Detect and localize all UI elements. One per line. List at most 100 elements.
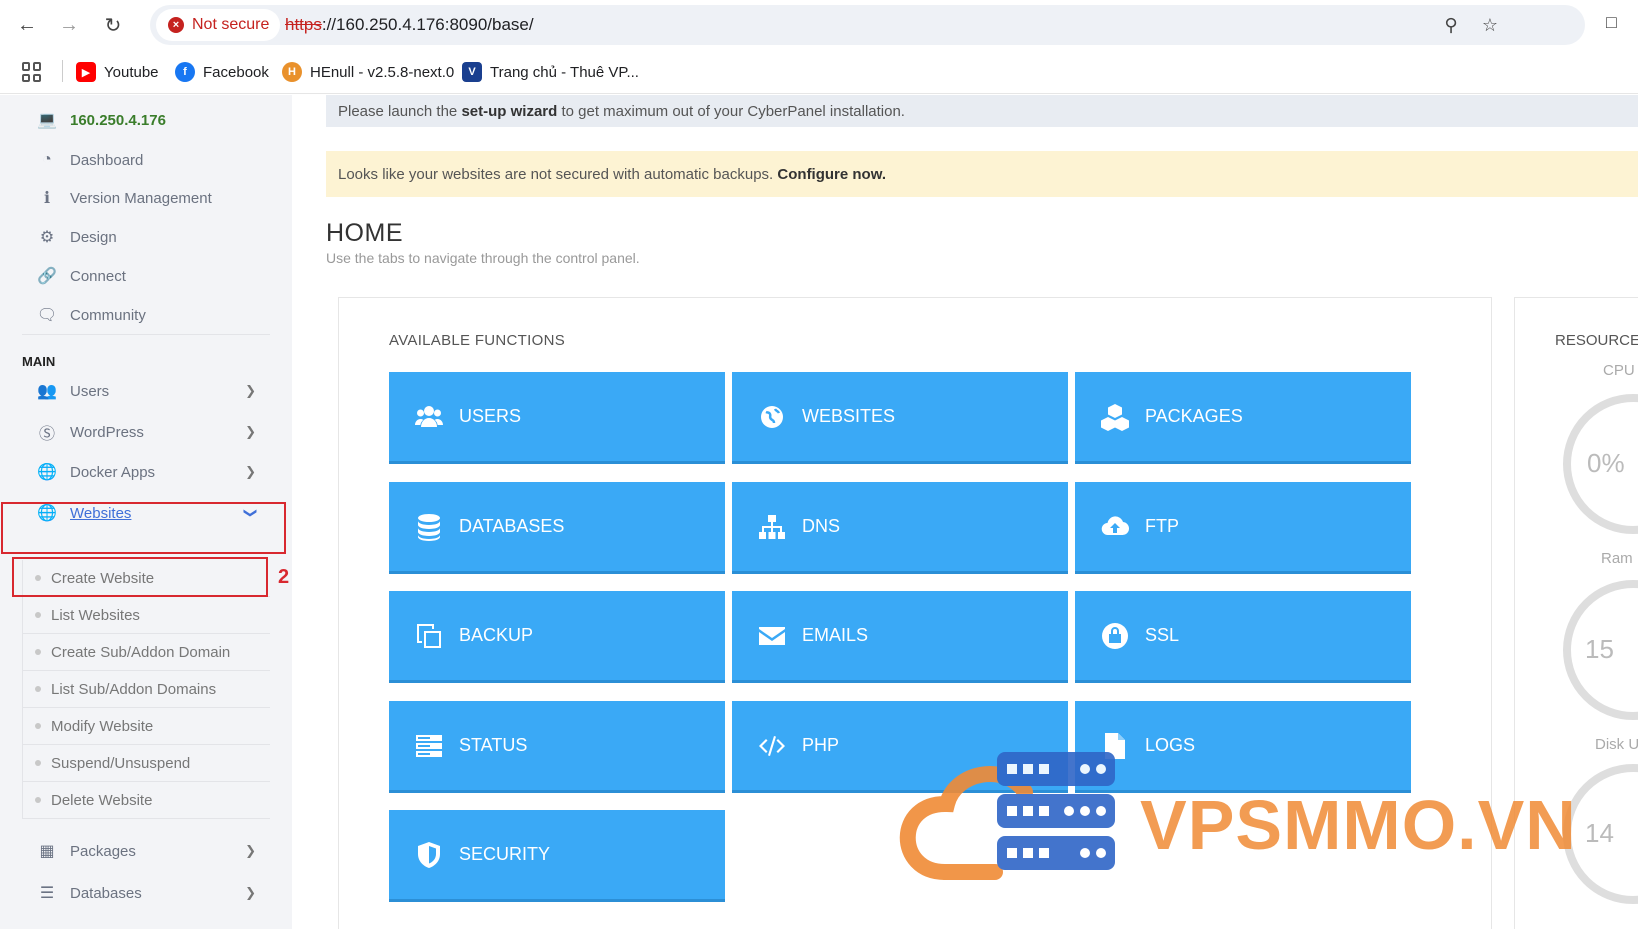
tile-packages[interactable]: PACKAGES (1075, 372, 1411, 464)
bullet-icon (35, 760, 41, 766)
tile-emails[interactable]: EMAILS (732, 591, 1068, 683)
submenu-delete-website[interactable]: Delete Website (22, 782, 270, 819)
bookmark-facebook[interactable]: f Facebook (175, 59, 269, 85)
tile-label: BACKUP (459, 625, 534, 645)
sidebar-item-label: Docker Apps (70, 463, 156, 481)
tile-label: WEBSITES (802, 406, 896, 426)
copy-icon (413, 620, 445, 652)
back-arrow-icon[interactable]: ← (14, 12, 40, 38)
tile-label: SECURITY (459, 844, 551, 864)
henull-icon: H (282, 62, 302, 82)
tile-dns[interactable]: DNS (732, 482, 1068, 574)
bookmark-youtube[interactable]: ▶ Youtube (76, 59, 159, 85)
sidebar-item-docker-apps[interactable]: 🌐 Docker Apps ❯ (22, 452, 270, 492)
chevron-right-icon: ❯ (245, 885, 256, 900)
sidebar-item-label: Connect (70, 267, 126, 285)
tile-label: SSL (1145, 625, 1180, 645)
url-text[interactable]: https://160.250.4.176:8090/base/ (285, 15, 534, 35)
watermark-text: VPSMMO.VN (1140, 786, 1577, 864)
tile-status[interactable]: STATUS (389, 701, 725, 793)
setup-wizard-link[interactable]: set-up wizard (461, 103, 557, 120)
reload-icon[interactable]: ↻ (100, 12, 126, 38)
sidebar-item-label: Dashboard (70, 151, 144, 169)
extensions-icon[interactable]: □ (1606, 12, 1630, 36)
database-icon: ☰ (39, 885, 55, 902)
submenu-list-sub-addon-domains[interactable]: List Sub/Addon Domains (22, 671, 270, 708)
star-icon[interactable]: ☆ (1479, 14, 1501, 36)
cpu-label: CPU (1603, 362, 1635, 379)
tile-websites[interactable]: WEBSITES (732, 372, 1068, 464)
tile-ftp[interactable]: FTP (1075, 482, 1411, 574)
cloud-upload-icon (1099, 511, 1131, 543)
globe-icon: 🌐 (37, 464, 57, 481)
sidebar-item-label: Design (70, 228, 117, 246)
browser-toolbar: ← → ↻ × Not secure https://160.250.4.176… (0, 0, 1638, 50)
configure-now-link[interactable]: Configure now. (777, 166, 886, 183)
users-icon (413, 401, 445, 433)
sidebar-item-users[interactable]: 👥 Users ❯ (22, 371, 270, 411)
chevron-right-icon: ❯ (245, 464, 256, 479)
sidebar-item-wordpress[interactable]: Ⓢ WordPress ❯ (22, 412, 270, 452)
security-chip[interactable]: × Not secure (156, 9, 280, 41)
address-bar[interactable]: × Not secure https://160.250.4.176:8090/… (150, 5, 1585, 45)
resources-title: RESOURCES (1555, 332, 1638, 349)
sidebar-item-design[interactable]: ⚙ Design (22, 217, 270, 257)
zoom-icon[interactable]: ⚲ (1440, 14, 1462, 36)
submenu-label: List Sub/Addon Domains (51, 680, 217, 698)
sidebar-item-dashboard[interactable]: ◔ Dashboard (22, 140, 270, 180)
facebook-icon: f (175, 62, 195, 82)
bookmark-label: Facebook (203, 63, 269, 81)
site-icon: V (462, 62, 482, 82)
cpu-value: 0% (1587, 448, 1625, 478)
setup-wizard-notice: Please launch the set-up wizard to get m… (326, 95, 1638, 127)
tile-security[interactable]: SECURITY (389, 810, 725, 902)
info-icon: ℹ (43, 190, 51, 207)
apps-grid-icon[interactable] (22, 62, 42, 82)
bullet-icon (35, 686, 41, 692)
bookmark-trang-chu[interactable]: V Trang chủ - Thuê VP... (462, 59, 639, 85)
url-path: ://160.250.4.176:8090/base/ (321, 15, 534, 34)
submenu-create-sub-addon-domain[interactable]: Create Sub/Addon Domain (22, 634, 270, 671)
tile-backup[interactable]: BACKUP (389, 591, 725, 683)
highlight-box-create-website (12, 557, 268, 597)
bullet-icon (35, 612, 41, 618)
tile-databases[interactable]: DATABASES (389, 482, 725, 574)
warning-text: Looks like your websites are not secured… (338, 165, 774, 183)
sidebar-host[interactable]: 💻 160.250.4.176 (22, 100, 270, 140)
users-icon: 👥 (37, 383, 57, 400)
sidebar-item-community[interactable]: 🗨 Community (22, 295, 270, 335)
sidebar-item-packages[interactable]: ▦ Packages ❯ (22, 831, 270, 871)
sidebar-item-label: Users (70, 382, 110, 400)
envelope-icon (756, 620, 788, 652)
sidebar-item-connect[interactable]: 🔗 Connect (22, 256, 270, 296)
sidebar-item-version-management[interactable]: ℹ Version Management (22, 178, 270, 218)
bookmark-separator (62, 60, 63, 82)
tile-label: FTP (1145, 516, 1179, 536)
tile-label: EMAILS (802, 625, 869, 645)
tile-logs[interactable]: LOGS (1075, 701, 1411, 793)
bookmark-henull[interactable]: H HEnull - v2.5.8-next.0 (282, 59, 454, 85)
dashboard-icon: ◔ (42, 151, 52, 168)
notice-text: Please launch the (338, 102, 458, 120)
youtube-icon: ▶ (76, 62, 96, 82)
tile-label: DNS (802, 516, 841, 536)
tile-users[interactable]: USERS (389, 372, 725, 464)
tile-label: STATUS (459, 735, 528, 755)
lock-icon (1099, 620, 1131, 652)
page-title: HOME (326, 219, 403, 247)
submenu-label: Delete Website (51, 791, 153, 809)
submenu-suspend-unsuspend[interactable]: Suspend/Unsuspend (22, 745, 270, 782)
url-scheme: https (285, 15, 322, 34)
submenu-label: List Websites (51, 606, 140, 624)
cubes-icon (1099, 401, 1131, 433)
globe-icon (756, 401, 788, 433)
sidebar-item-label: WordPress (70, 423, 144, 441)
submenu-list-websites[interactable]: List Websites (22, 597, 270, 634)
page-subtitle: Use the tabs to navigate through the con… (326, 250, 640, 266)
sidebar-item-databases[interactable]: ☰ Databases ❯ (22, 873, 270, 913)
forward-arrow-icon[interactable]: → (56, 12, 82, 38)
tile-label: USERS (459, 406, 522, 426)
submenu-modify-website[interactable]: Modify Website (22, 708, 270, 745)
bullet-icon (35, 797, 41, 803)
tile-ssl[interactable]: SSL (1075, 591, 1411, 683)
